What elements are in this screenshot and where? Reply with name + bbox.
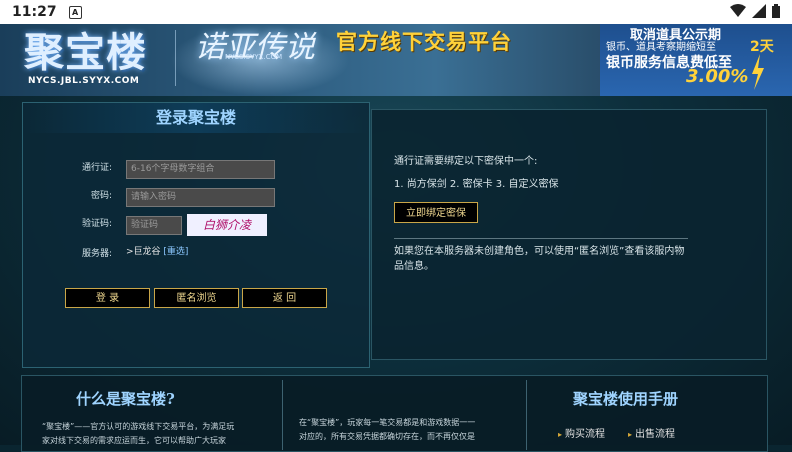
login-title: 登录聚宝楼	[23, 103, 369, 133]
server-value: >巨龙谷 [重选]	[126, 244, 188, 257]
status-bar: 11:27 A	[0, 0, 792, 24]
info-panel	[371, 109, 767, 360]
middle-text-1: 在“聚宝楼”，玩家每一笔交易都是和游戏数据一一	[299, 418, 476, 427]
server-name: >巨龙谷	[126, 247, 161, 257]
arrow-right-icon: ▸	[558, 430, 563, 439]
bind-requirement-text: 通行证需要绑定以下密保中一个:	[394, 156, 538, 167]
promo-line-1: 银币、道具考察期缩短至	[606, 42, 716, 53]
lightning-icon	[752, 54, 764, 90]
anonymous-browse-button[interactable]: 匿名浏览	[154, 288, 239, 308]
account-label: 通行证:	[82, 163, 113, 173]
what-is-text-1: “聚宝楼”——官方认可的游戏线下交易平台，为满足玩	[42, 422, 235, 431]
middle-text-2: 对应的，所有交易凭据都确切存在，而不再仅仅是	[299, 432, 475, 441]
what-is-text-2: 家对线下交易的需求应运而生，它可以帮助广大玩家	[42, 436, 226, 445]
site-logo[interactable]: 聚宝楼	[24, 24, 147, 78]
promo-percent: 3.00%	[686, 66, 749, 87]
site-url: NYCS.JBL.SYYX.COM	[28, 76, 140, 86]
app-notification-icon: A	[68, 5, 82, 19]
login-button[interactable]: 登 录	[65, 288, 150, 308]
captcha-label: 验证码:	[82, 219, 113, 229]
signal-icon	[752, 4, 766, 18]
column-divider-2	[526, 380, 527, 450]
server-change-link[interactable]: [重选]	[163, 247, 188, 257]
status-icons	[730, 4, 780, 18]
bind-security-button[interactable]: 立即绑定密保	[394, 202, 478, 223]
bind-options-text: 1. 尚方保剑 2. 密保卡 3. 自定义密保	[394, 179, 559, 190]
header-banner: 聚宝楼 NYCS.JBL.SYYX.COM 诺亚传说 NYCS.SYYX.COM…	[0, 24, 792, 96]
game-url: NYCS.SYYX.COM	[225, 53, 283, 61]
manual-title: 聚宝楼使用手册	[573, 390, 679, 408]
captcha-image[interactable]: 白狮介凌	[187, 214, 267, 236]
captcha-input[interactable]: 验证码	[126, 216, 182, 235]
what-is-title: 什么是聚宝楼?	[76, 390, 175, 408]
battery-icon	[772, 4, 780, 18]
account-input[interactable]: 6-16个字母数字组合	[126, 160, 275, 179]
arrow-right-icon: ▸	[628, 430, 633, 439]
platform-slogan: 官方线下交易平台	[336, 30, 512, 54]
promo-days: 2天	[750, 39, 774, 55]
promo-ad[interactable]: 取消道具公示期 银币、道具考察期缩短至 2天 银币服务信息费低至 3.00%	[600, 24, 792, 96]
buy-process-label: 购买流程	[565, 429, 606, 440]
column-divider-1	[282, 380, 283, 450]
info-divider	[394, 238, 688, 239]
password-label: 密码:	[91, 191, 113, 201]
wifi-icon	[730, 4, 746, 17]
status-time: 11:27	[12, 4, 57, 20]
sell-process-label: 出售流程	[635, 429, 676, 440]
server-label: 服务器:	[82, 249, 113, 259]
anonymous-note: 如果您在本服务器未创建角色，可以使用“匿名浏览”查看该服内物品信息。	[394, 246, 685, 272]
back-button[interactable]: 返 回	[242, 288, 327, 308]
sell-process-link[interactable]: ▸ 出售流程	[628, 425, 675, 440]
password-input[interactable]: 请输入密码	[126, 188, 275, 207]
buy-process-link[interactable]: ▸ 购买流程	[558, 425, 605, 440]
banner-divider	[175, 30, 176, 86]
